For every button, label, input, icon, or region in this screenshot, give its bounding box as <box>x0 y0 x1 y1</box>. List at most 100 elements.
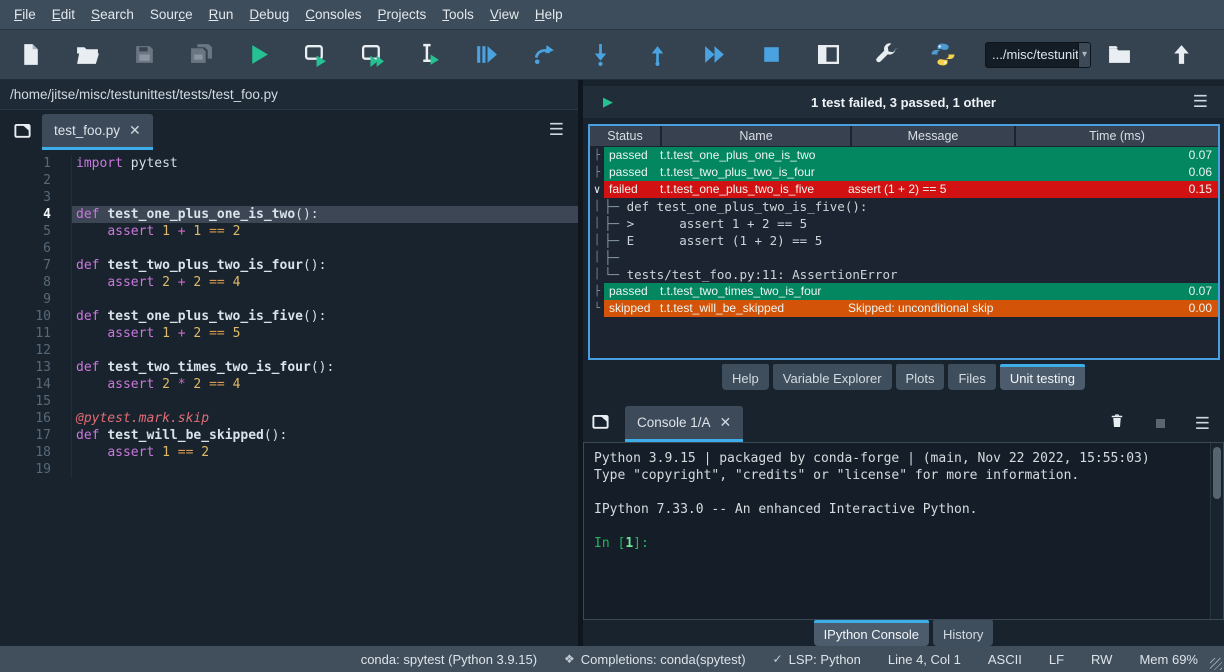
new-file-icon[interactable] <box>16 41 44 69</box>
remove-console-icon[interactable] <box>1108 412 1126 435</box>
tab-plots[interactable]: Plots <box>896 364 945 390</box>
status-ascii: ASCII <box>988 652 1022 667</box>
preferences-icon[interactable] <box>871 41 899 69</box>
tab-test-foo-py[interactable]: test_foo.py ✕ <box>42 114 153 150</box>
working-directory-dropdown[interactable]: ▾ <box>1079 42 1091 68</box>
test-detail-row[interactable]: │├─ E assert (1 + 2) == 5 <box>590 232 1218 249</box>
editor-line[interactable]: 2 <box>0 172 578 189</box>
editor-line[interactable]: 10def test_one_plus_two_is_five(): <box>0 308 578 325</box>
run-file-icon[interactable] <box>244 41 272 69</box>
editor-line[interactable]: 14 assert 2 * 2 == 4 <box>0 376 578 393</box>
tab-help[interactable]: Help <box>722 364 769 390</box>
ipython-console-output[interactable]: Python 3.9.15 | packaged by conda-forge … <box>583 442 1224 620</box>
test-result-row[interactable]: ├passedt.t.test_one_plus_one_is_two0.07 <box>590 147 1218 164</box>
working-directory-input[interactable]: .../misc/testunittest <box>985 42 1079 68</box>
menu-tools[interactable]: Tools <box>434 7 482 22</box>
menu-debug[interactable]: Debug <box>241 7 297 22</box>
editor-line[interactable]: 4def test_one_plus_one_is_two(): <box>0 206 578 223</box>
continue-execution-icon[interactable] <box>700 41 728 69</box>
editor-line[interactable]: 6 <box>0 240 578 257</box>
menu-help[interactable]: Help <box>527 7 571 22</box>
test-detail-row[interactable]: │├─ <box>590 249 1218 266</box>
editor-line[interactable]: 1import pytest <box>0 155 578 172</box>
tab-unit-testing[interactable]: Unit testing <box>1000 364 1085 390</box>
menu-source[interactable]: Source <box>142 7 201 22</box>
code-text <box>72 240 578 257</box>
open-file-icon[interactable] <box>73 41 101 69</box>
run-cell-icon[interactable] <box>301 41 329 69</box>
menu-search[interactable]: Search <box>83 7 142 22</box>
detail-text: E assert (1 + 2) == 5 <box>627 232 823 249</box>
editor-line[interactable]: 17def test_will_be_skipped(): <box>0 427 578 444</box>
unittest-results-table[interactable]: StatusNameMessageTime (ms)├passedt.t.tes… <box>588 124 1220 360</box>
tab-files[interactable]: Files <box>948 364 995 390</box>
test-result-row[interactable]: ├passedt.t.test_two_times_two_is_four0.0… <box>590 283 1218 300</box>
test-result-row[interactable]: ∨failedt.t.test_one_plus_two_is_fiveasse… <box>590 181 1218 198</box>
parent-directory-button[interactable] <box>1167 41 1195 69</box>
editor-line[interactable]: 9 <box>0 291 578 308</box>
tab-ipython-console[interactable]: IPython Console <box>814 620 929 646</box>
console-line: IPython 7.33.0 -- An enhanced Interactiv… <box>594 501 1201 518</box>
run-tests-icon[interactable]: ▶ <box>603 94 613 110</box>
test-status: passed <box>604 283 660 300</box>
resize-grip-icon[interactable] <box>1210 658 1222 670</box>
editor-line[interactable]: 5 assert 1 + 1 == 2 <box>0 223 578 240</box>
scrollbar-thumb[interactable] <box>1213 447 1221 499</box>
editor-line[interactable]: 7def test_two_plus_two_is_four(): <box>0 257 578 274</box>
editor-line[interactable]: 3 <box>0 189 578 206</box>
console-prompt[interactable]: In [1]: <box>594 535 1201 552</box>
python-path-icon[interactable] <box>928 41 956 69</box>
save-all-icon[interactable] <box>187 41 215 69</box>
test-time: 0.06 <box>1158 164 1218 181</box>
maximize-pane-icon[interactable] <box>814 41 842 69</box>
run-current-line-icon[interactable] <box>529 41 557 69</box>
editor-line[interactable]: 18 assert 1 == 2 <box>0 444 578 461</box>
close-icon[interactable]: ✕ <box>720 414 732 431</box>
column-header-time-ms-[interactable]: Time (ms) <box>1016 126 1218 146</box>
test-detail-row[interactable]: │└─ tests/test_foo.py:11: AssertionError <box>590 266 1218 283</box>
browse-tabs-icon[interactable] <box>591 412 610 436</box>
test-result-row[interactable]: ├passedt.t.test_two_plus_two_is_four0.06 <box>590 164 1218 181</box>
editor-line[interactable]: 11 assert 1 + 2 == 5 <box>0 325 578 342</box>
tree-branch-icon: ├─ <box>604 249 619 266</box>
tree-branch-icon: ├ <box>590 164 604 181</box>
tab-history[interactable]: History <box>933 620 993 646</box>
column-header-message[interactable]: Message <box>852 126 1014 146</box>
editor-line[interactable]: 15 <box>0 393 578 410</box>
browse-tabs-icon[interactable] <box>10 118 34 142</box>
editor-line[interactable]: 8 assert 2 + 2 == 4 <box>0 274 578 291</box>
editor-line[interactable]: 19 <box>0 461 578 478</box>
menu-edit[interactable]: Edit <box>44 7 83 22</box>
save-icon[interactable] <box>130 41 158 69</box>
code-editor[interactable]: 1import pytest234def test_one_plus_one_i… <box>0 150 578 646</box>
menu-projects[interactable]: Projects <box>370 7 435 22</box>
line-number: 13 <box>0 359 72 376</box>
test-detail-row[interactable]: │├─ def test_one_plus_two_is_five(): <box>590 198 1218 215</box>
editor-line[interactable]: 16@pytest.mark.skip <box>0 410 578 427</box>
menu-view[interactable]: View <box>482 7 527 22</box>
close-icon[interactable]: ✕ <box>129 122 141 139</box>
unittest-options-menu-icon[interactable]: ☰ <box>1193 92 1208 112</box>
editor-options-menu-icon[interactable]: ☰ <box>549 120 564 140</box>
console-options-menu-icon[interactable]: ☰ <box>1195 414 1210 434</box>
menu-file[interactable]: File <box>6 7 44 22</box>
tab-console-1a[interactable]: Console 1/A ✕ <box>625 406 743 442</box>
editor-line[interactable]: 13def test_two_times_two_is_four(): <box>0 359 578 376</box>
column-header-name[interactable]: Name <box>662 126 850 146</box>
console-scrollbar[interactable] <box>1210 443 1223 619</box>
code-text <box>72 189 578 206</box>
step-into-icon[interactable] <box>586 41 614 69</box>
browse-directory-button[interactable] <box>1105 41 1133 69</box>
test-detail-row[interactable]: │├─ > assert 1 + 2 == 5 <box>590 215 1218 232</box>
run-selection-icon[interactable] <box>415 41 443 69</box>
run-cell-advance-icon[interactable] <box>358 41 386 69</box>
step-return-icon[interactable] <box>643 41 671 69</box>
debug-file-icon[interactable] <box>472 41 500 69</box>
tab-variable-explorer[interactable]: Variable Explorer <box>773 364 892 390</box>
test-result-row[interactable]: └skippedt.t.test_will_be_skippedSkipped:… <box>590 300 1218 317</box>
editor-line[interactable]: 12 <box>0 342 578 359</box>
menu-consoles[interactable]: Consoles <box>297 7 369 22</box>
column-header-status[interactable]: Status <box>590 126 660 146</box>
stop-debug-icon[interactable] <box>757 41 785 69</box>
menu-run[interactable]: Run <box>201 7 242 22</box>
